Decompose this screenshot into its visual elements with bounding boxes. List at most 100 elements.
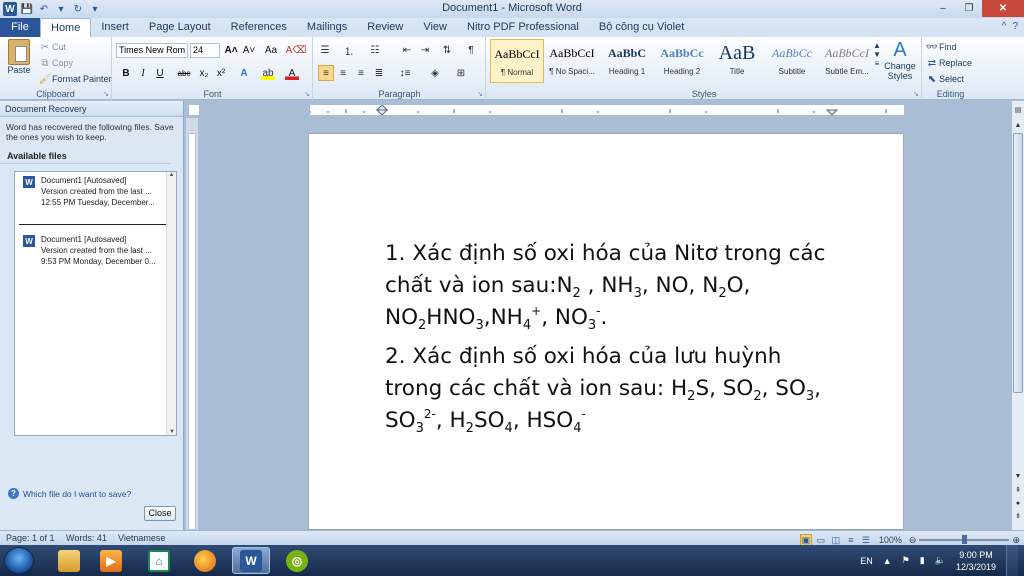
clear-formatting-button[interactable]: A⌫ (286, 43, 307, 57)
shrink-font-button[interactable]: A˅ (242, 43, 256, 57)
borders-button[interactable]: ⊞ (454, 66, 468, 80)
numbering-button[interactable]: ⒈ (342, 43, 356, 58)
show-desktop-button[interactable] (1006, 545, 1018, 576)
minimize-ribbon-icon[interactable]: ^ (1002, 21, 1007, 32)
subscript-button[interactable]: x₂ (197, 66, 211, 80)
style-no-spacing[interactable]: AaBbCcI ¶ No Spaci... (545, 39, 599, 83)
help-link[interactable]: ? Which file do I want to save? (8, 488, 131, 499)
tray-expand-icon[interactable]: ▲ (883, 556, 892, 566)
paste-button[interactable]: Paste (4, 39, 34, 75)
tab-page-layout[interactable]: Page Layout (139, 18, 221, 37)
clipboard-launcher-icon[interactable]: ↘ (103, 90, 109, 98)
language-indicator[interactable]: Vietnamese (112, 531, 165, 545)
browse-object-icon[interactable]: ● (1012, 498, 1024, 510)
shading-button[interactable]: ◈ (428, 66, 442, 80)
tab-home[interactable]: Home (40, 18, 92, 37)
styles-launcher-icon[interactable]: ↘ (913, 90, 919, 98)
align-center-button[interactable]: ≡ (336, 66, 350, 80)
style-subtitle[interactable]: AaBbCc Subtitle (765, 39, 819, 83)
multilevel-list-button[interactable]: ☷ (368, 43, 382, 57)
next-page-icon[interactable]: ⇟ (1012, 511, 1024, 523)
gallery-more-icon[interactable]: ≡ (875, 59, 880, 68)
recovered-file-item[interactable]: W Document1 [Autosaved] Version created … (15, 172, 176, 222)
file-list-scrollbar[interactable]: ▲ ▼ (166, 172, 176, 435)
clock[interactable]: 9:00 PM 12/3/2019 (956, 549, 996, 573)
restore-button[interactable]: ❐ (956, 0, 982, 17)
start-button[interactable] (4, 547, 34, 574)
document-paragraph-1[interactable]: 1. Xác định số oxi hóa của Nitơ trong cá… (385, 238, 835, 334)
font-launcher-icon[interactable]: ↘ (304, 90, 310, 98)
gallery-up-icon[interactable]: ▲ (873, 41, 881, 50)
show-hide-marks-button[interactable]: ¶ (464, 43, 478, 57)
document-paragraph-2[interactable]: 2. Xác định số oxi hóa của lưu huỳnh tro… (385, 341, 835, 437)
line-spacing-button[interactable]: ↕≡ (398, 66, 412, 80)
tab-review[interactable]: Review (357, 18, 413, 37)
replace-button[interactable]: ⇄ Replace (925, 56, 972, 70)
zoom-slider[interactable] (919, 535, 1010, 544)
italic-button[interactable]: I (136, 66, 150, 80)
cut-button[interactable]: ✂ Cut (38, 40, 66, 54)
style-normal[interactable]: AaBbCcI ¶ Normal (490, 39, 544, 83)
tab-insert[interactable]: Insert (91, 18, 139, 37)
flag-icon[interactable]: ⚑ (902, 555, 910, 566)
sort-button[interactable]: ⇅ (440, 43, 454, 57)
style-title[interactable]: AaB Title (710, 39, 764, 83)
copy-button[interactable]: ⧉ Copy (38, 56, 73, 70)
minimize-button[interactable]: – (930, 0, 956, 17)
find-button[interactable]: 👓 Find (925, 40, 957, 54)
tab-references[interactable]: References (221, 18, 297, 37)
tab-nitro-pdf[interactable]: Nitro PDF Professional (457, 18, 589, 37)
align-left-button[interactable]: ≡ (318, 65, 334, 81)
tab-violet-tools[interactable]: Bộ công cụ Violet (589, 18, 694, 37)
vertical-scrollbar[interactable]: ▤ ▲ ▼ ⇞ ● ⇟ (1011, 101, 1024, 530)
format-painter-button[interactable]: 🖌 Format Painter (38, 72, 112, 86)
taskbar-app-green[interactable]: ⌂ (140, 547, 178, 574)
ruler-toggle[interactable] (188, 104, 200, 116)
style-subtle-emphasis[interactable]: AaBbCcI Subtle Em... (820, 39, 874, 83)
align-right-button[interactable]: ≡ (354, 66, 368, 80)
style-heading-1[interactable]: AaBbC Heading 1 (600, 39, 654, 83)
superscript-button[interactable]: x² (214, 66, 228, 80)
volume-icon[interactable]: 🔈 (935, 555, 946, 566)
taskbar-app-lime[interactable]: ◎ (278, 547, 316, 574)
help-icon[interactable]: ? (1012, 21, 1018, 32)
change-case-button[interactable]: Aa (264, 43, 278, 57)
input-language[interactable]: EN (860, 556, 873, 566)
taskbar-media-player[interactable]: ▶ (92, 547, 130, 574)
underline-button[interactable]: U (153, 66, 167, 80)
grow-font-button[interactable]: A˄ (224, 43, 238, 57)
style-gallery-scroll[interactable]: ▲ ▼ ≡ (873, 41, 881, 68)
gallery-down-icon[interactable]: ▼ (873, 50, 881, 59)
page-count[interactable]: Page: 1 of 1 (0, 531, 55, 545)
scroll-up-icon[interactable]: ▲ (1012, 120, 1024, 132)
justify-button[interactable]: ≣ (372, 66, 386, 80)
recovery-close-button[interactable]: Close (144, 506, 176, 521)
taskbar-explorer[interactable] (50, 547, 88, 574)
decrease-indent-button[interactable]: ⇤ (400, 43, 414, 57)
paragraph-launcher-icon[interactable]: ↘ (477, 90, 483, 98)
bold-button[interactable]: B (119, 66, 133, 80)
network-icon[interactable]: ▮ (920, 555, 925, 566)
font-size-box[interactable]: 24 (190, 43, 220, 58)
highlight-button[interactable]: ab (261, 66, 275, 80)
scroll-down-icon[interactable]: ▼ (1012, 471, 1024, 483)
taskbar-firefox[interactable] (186, 547, 224, 574)
close-button[interactable]: ✕ (982, 0, 1024, 17)
font-name-box[interactable]: Times New Rom (116, 43, 188, 58)
tab-view[interactable]: View (413, 18, 457, 37)
text-effects-button[interactable]: A (237, 66, 251, 80)
zoom-slider-knob[interactable] (962, 535, 968, 544)
recovered-file-item[interactable]: W Document1 [Autosaved] Version created … (15, 231, 176, 281)
word-count[interactable]: Words: 41 (60, 531, 107, 545)
help-link-text[interactable]: Which file do I want to save? (23, 489, 131, 499)
select-button[interactable]: ⬉ Select (925, 72, 964, 86)
font-color-button[interactable]: A (285, 66, 299, 80)
tab-mailings[interactable]: Mailings (297, 18, 357, 37)
style-heading-2[interactable]: AaBbCc Heading 2 (655, 39, 709, 83)
change-styles-button[interactable]: A Change Styles (884, 39, 916, 81)
previous-page-icon[interactable]: ⇞ (1012, 485, 1024, 497)
tab-file[interactable]: File (0, 18, 40, 37)
bullets-button[interactable]: ☰ (318, 43, 332, 57)
strikethrough-button[interactable]: abc (177, 66, 191, 80)
scrollbar-thumb[interactable] (1013, 133, 1023, 393)
